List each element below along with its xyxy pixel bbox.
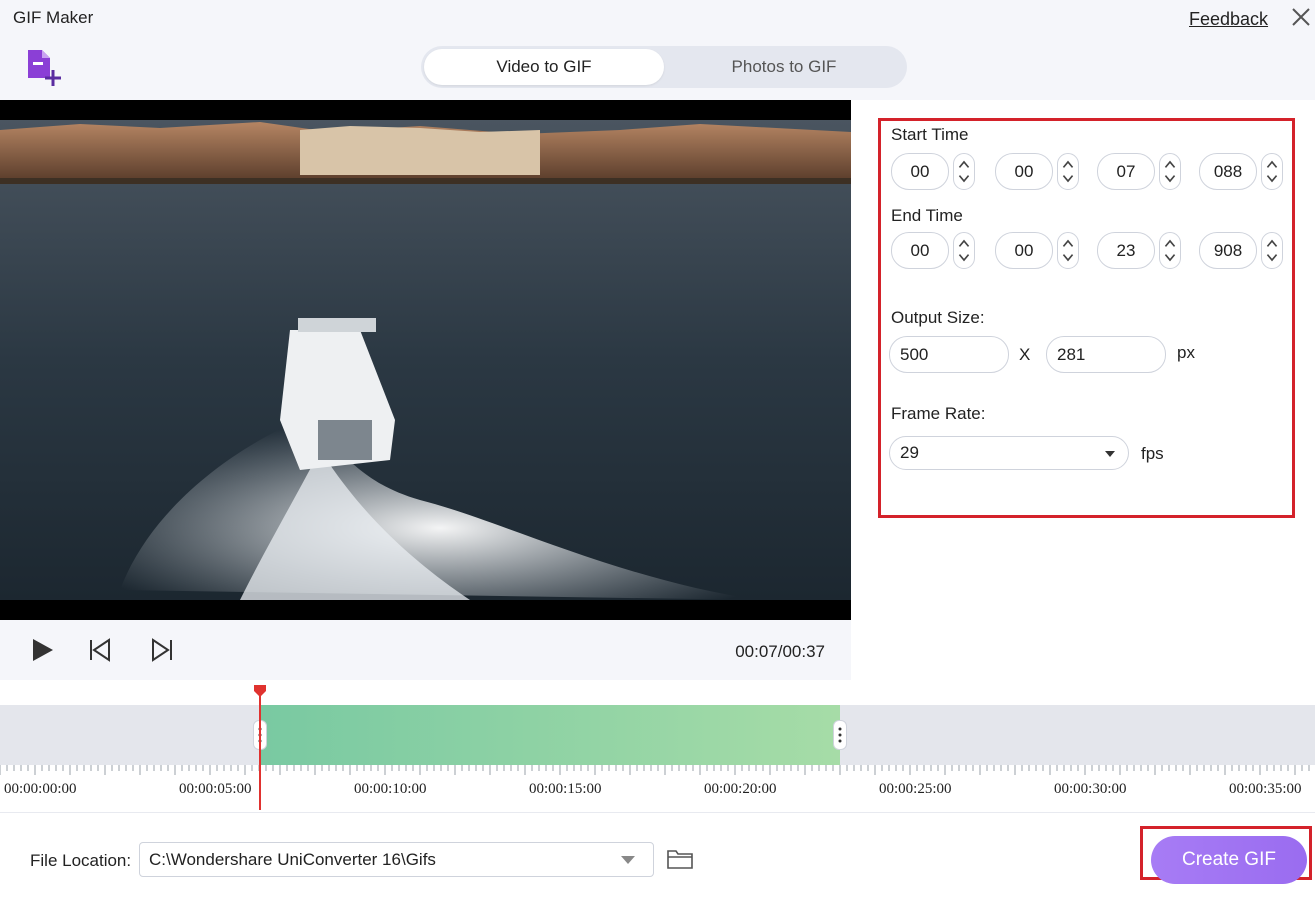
footer-divider [0,812,1315,813]
tick-label: 00:00:20:00 [704,781,777,797]
start-minutes-value[interactable]: 00 [995,153,1053,190]
add-file-icon[interactable] [24,48,66,90]
end-time-label: End Time [891,206,963,225]
end-seconds-value[interactable]: 23 [1097,232,1155,269]
selected-clip-range[interactable] [260,705,840,765]
tick-label: 00:00:35:00 [1229,781,1302,797]
stepper-arrows-icon[interactable] [1159,153,1181,190]
title-bar: GIF Maker Feedback Video to GIF Photos t… [0,0,1315,100]
end-milliseconds-value[interactable]: 908 [1199,232,1257,269]
frame-rate-label: Frame Rate: [891,404,986,423]
start-milliseconds-stepper[interactable]: 088 [1199,153,1284,190]
file-location-path: C:\Wondershare UniConverter 16\Gifs [149,849,436,869]
video-frame [0,120,851,600]
stepper-arrows-icon[interactable] [953,232,975,269]
tick-label: 00:00:30:00 [1054,781,1127,797]
player-controls: 00:07/00:37 [0,620,851,680]
frame-rate-value: 29 [900,443,919,462]
create-gif-button[interactable]: Create GIF [1151,836,1307,884]
tick-label: 00:00:00:00 [4,781,77,797]
next-frame-icon[interactable] [148,636,176,664]
play-icon[interactable] [28,636,56,664]
size-separator: X [1019,345,1031,364]
clip-end-handle[interactable] [833,720,847,750]
grip-dots-icon [838,727,842,743]
stepper-arrows-icon[interactable] [1057,232,1079,269]
previous-frame-icon[interactable] [86,636,114,664]
size-unit: px [1177,343,1195,362]
frame-rate-select[interactable]: 29 [889,436,1129,470]
stepper-arrows-icon[interactable] [1261,153,1283,190]
tab-video-to-gif[interactable]: Video to GIF [424,49,664,85]
app-title: GIF Maker [13,8,94,27]
tab-photos-to-gif[interactable]: Photos to GIF [664,49,904,85]
tick-label: 00:00:15:00 [529,781,602,797]
start-hours-value[interactable]: 00 [891,153,949,190]
tick-label: 00:00:25:00 [879,781,952,797]
tick-label: 00:00:05:00 [179,781,252,797]
tick-label: 00:00:10:00 [354,781,427,797]
end-minutes-stepper[interactable]: 00 [995,232,1080,269]
start-hours-stepper[interactable]: 00 [891,153,976,190]
end-minutes-value[interactable]: 00 [995,232,1053,269]
stepper-arrows-icon[interactable] [1261,232,1283,269]
file-location-label: File Location: [30,851,132,870]
timeline-ruler [0,765,1310,775]
start-seconds-value[interactable]: 07 [1097,153,1155,190]
start-minutes-stepper[interactable]: 00 [995,153,1080,190]
folder-icon[interactable] [666,847,694,871]
playhead[interactable] [259,692,261,810]
stepper-arrows-icon[interactable] [1057,153,1079,190]
end-seconds-stepper[interactable]: 23 [1097,232,1182,269]
output-height-input[interactable]: 281 [1046,336,1166,373]
close-icon[interactable] [1288,4,1314,30]
chevron-down-icon [1105,451,1115,457]
end-hours-stepper[interactable]: 00 [891,232,976,269]
start-seconds-stepper[interactable]: 07 [1097,153,1182,190]
playback-time: 00:07/00:37 [735,642,825,661]
frame-rate-unit: fps [1141,444,1164,463]
stepper-arrows-icon[interactable] [953,153,975,190]
feedback-link[interactable]: Feedback [1189,9,1268,30]
mode-tabs: Video to GIF Photos to GIF [421,46,907,88]
end-hours-value[interactable]: 00 [891,232,949,269]
file-location-select[interactable]: C:\Wondershare UniConverter 16\Gifs [139,842,654,877]
playhead-marker-icon[interactable] [253,684,267,698]
chevron-down-icon [621,856,635,864]
output-width-input[interactable]: 500 [889,336,1009,373]
output-size-label: Output Size: [891,308,985,327]
start-time-label: Start Time [891,125,969,144]
start-milliseconds-value[interactable]: 088 [1199,153,1257,190]
end-milliseconds-stepper[interactable]: 908 [1199,232,1284,269]
stepper-arrows-icon[interactable] [1159,232,1181,269]
video-preview[interactable] [0,100,851,620]
